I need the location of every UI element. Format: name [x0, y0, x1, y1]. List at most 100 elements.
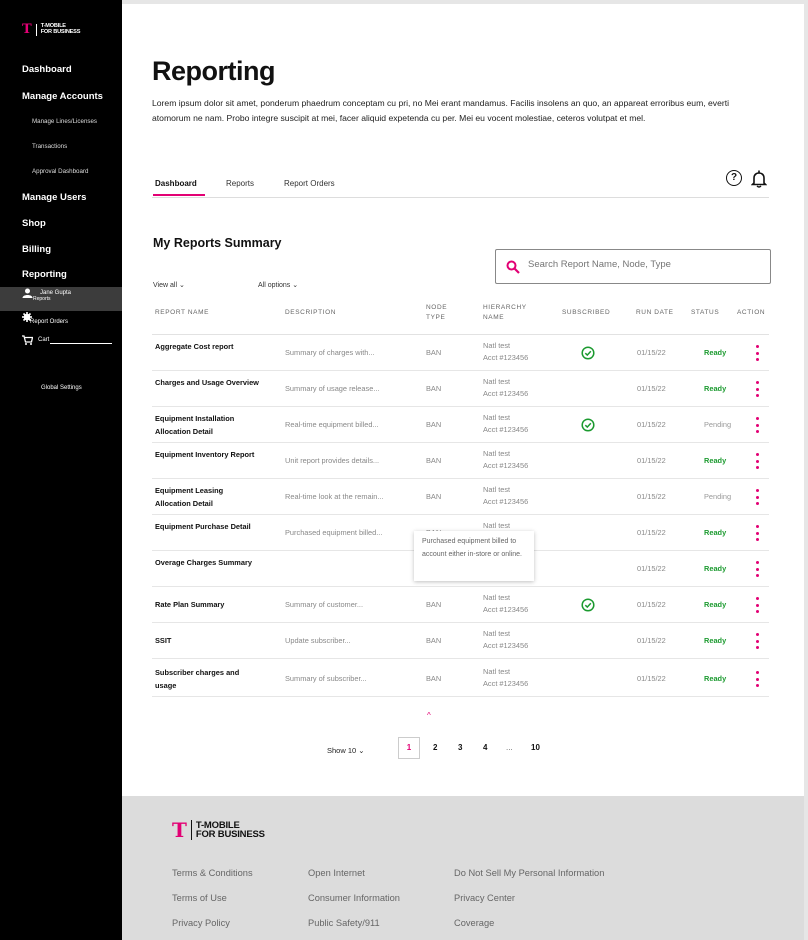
tab-dashboard[interactable]: Dashboard [155, 179, 197, 188]
check-circle-icon [581, 346, 595, 360]
sidebar-subitem-report-orders[interactable]: Report Orders [30, 319, 68, 325]
sidebar-item-billing[interactable]: Billing [22, 244, 51, 255]
status-badge: Ready [704, 564, 727, 573]
kebab-menu-icon[interactable] [756, 597, 760, 613]
sidebar-item-manage-accounts[interactable]: Manage Accounts [22, 91, 103, 102]
chevron-down-icon: ⌄ [292, 282, 299, 289]
report-description: Update subscriber... [285, 636, 351, 645]
kebab-dot [756, 538, 759, 541]
sidebar-item-global-settings[interactable]: Global Settings [41, 385, 82, 391]
sidebar-subitem-transactions[interactable]: Transactions [32, 143, 67, 150]
report-run-date: 01/15/22 [637, 420, 666, 429]
page-size-label: Show 10 [327, 746, 357, 755]
all-options-dropdown[interactable]: All options ⌄ [258, 281, 298, 289]
help-circle-icon[interactable]: ? [726, 170, 742, 186]
page-size-dropdown[interactable]: Show 10 ⌄ [327, 746, 365, 755]
table-row[interactable]: Aggregate Cost report Summary of charges … [152, 335, 769, 371]
footer-link-terms-conditions[interactable]: Terms & Conditions [172, 868, 253, 878]
kebab-dot [756, 525, 759, 528]
report-node-type: BAN [426, 492, 442, 501]
report-run-date: 01/15/22 [637, 636, 666, 645]
kebab-dot [756, 639, 759, 643]
footer-link-public-safety[interactable]: Public Safety/911 [308, 918, 380, 928]
sidebar-subitem-reports[interactable]: Reports [33, 296, 51, 302]
footer-brand-logo[interactable]: T T-MOBILE FOR BUSINESS [172, 818, 265, 842]
kebab-menu-icon[interactable] [756, 381, 760, 397]
report-name: Equipment Purchase Detail [155, 522, 251, 531]
search-input[interactable] [528, 259, 758, 270]
table-row[interactable]: Charges and Usage Overview Summary of usa… [152, 371, 769, 407]
all-options-label: All options [258, 282, 291, 289]
report-node-type: BAN [426, 600, 442, 609]
footer: T T-MOBILE FOR BUSINESS Terms & Conditio… [122, 796, 804, 940]
table-row[interactable]: Equipment Installation Allocation Detail… [152, 407, 769, 443]
kebab-dot [756, 574, 759, 577]
sidebar-subitem-manage-lines[interactable]: Manage Lines/Licenses [32, 118, 97, 125]
header-description: DESCRIPTION [285, 309, 337, 316]
kebab-menu-icon[interactable] [756, 525, 760, 541]
table-row[interactable]: Equipment Inventory Report Unit report pr… [152, 443, 769, 479]
main-panel: Reporting Lorem ipsum dolor sit amet, po… [122, 4, 804, 796]
search-icon [506, 260, 520, 274]
footer-link-open-internet[interactable]: Open Internet [308, 868, 365, 878]
kebab-menu-icon[interactable] [756, 417, 760, 433]
hierarchy-name: Natl test [483, 413, 511, 422]
kebab-dot [756, 610, 759, 613]
hierarchy-account: Acct #123456 [483, 679, 529, 688]
tab-report-orders[interactable]: Report Orders [284, 179, 335, 188]
view-all-dropdown[interactable]: View all ⌄ [153, 281, 185, 289]
report-run-date: 01/15/22 [637, 348, 666, 357]
brand-logo[interactable]: T T-MOBILE FOR BUSINESS [22, 22, 80, 37]
table-row[interactable]: SSIT Update subscriber... BAN Natl test Acct… [152, 623, 769, 659]
page-button-10[interactable]: 10 [531, 743, 540, 752]
table-row[interactable]: Equipment Leasing Allocation Detail Real-… [152, 479, 769, 515]
header-node-type-line-1: NODE [426, 304, 448, 311]
kebab-menu-icon[interactable] [756, 345, 760, 361]
sidebar-item-shop[interactable]: Shop [22, 218, 46, 229]
report-name: Subscriber charges and usage [155, 668, 240, 690]
footer-link-consumer-information[interactable]: Consumer Information [308, 893, 400, 903]
sidebar-subitem-approval-dashboard[interactable]: Approval Dashboard [32, 168, 88, 175]
report-name: Aggregate Cost report [155, 342, 234, 351]
chevron-up-icon[interactable]: ^ [427, 711, 431, 720]
kebab-menu-icon[interactable] [756, 671, 760, 687]
kebab-menu-icon[interactable] [756, 489, 760, 505]
hierarchy-name: Natl test [483, 629, 511, 638]
page-button-3[interactable]: 3 [458, 743, 462, 752]
sidebar-item-dashboard[interactable]: Dashboard [22, 64, 72, 75]
report-run-date: 01/15/22 [637, 528, 666, 537]
hierarchy-account: Acct #123456 [483, 389, 529, 398]
footer-link-coverage[interactable]: Coverage [454, 918, 494, 928]
report-hierarchy: Natl test Acct #123456 [483, 628, 528, 652]
page-button-2[interactable]: 2 [433, 743, 437, 752]
page-button-1[interactable]: 1 [398, 737, 420, 759]
brand-separator [35, 23, 37, 36]
report-description: Purchased equipment billed... [285, 528, 383, 537]
footer-link-privacy-center[interactable]: Privacy Center [454, 893, 515, 903]
footer-link-terms-of-use[interactable]: Terms of Use [172, 893, 227, 903]
footer-link-do-not-sell[interactable]: Do Not Sell My Personal Information [454, 868, 604, 878]
brand-t-mark: T [22, 22, 32, 37]
tab-reports[interactable]: Reports [226, 179, 254, 188]
sidebar-item-cart[interactable]: Cart [38, 337, 49, 343]
kebab-menu-icon[interactable] [756, 633, 760, 649]
header-status: STATUS [691, 309, 720, 316]
bell-icon[interactable] [751, 170, 767, 188]
report-hierarchy: Natl test Acct #123456 [483, 448, 528, 472]
page-button-4[interactable]: 4 [483, 743, 487, 752]
table-row[interactable]: Subscriber charges and usage Summary of s… [152, 661, 769, 697]
kebab-menu-icon[interactable] [756, 453, 760, 469]
header-report-name: REPORT NAME [155, 309, 210, 316]
report-name: Equipment Leasing Allocation Detail [155, 486, 224, 508]
kebab-menu-icon[interactable] [756, 561, 760, 577]
footer-link-privacy-policy[interactable]: Privacy Policy [172, 918, 230, 928]
report-description: Summary of subscriber... [285, 674, 367, 683]
sidebar-item-reporting[interactable]: Reporting [22, 269, 67, 280]
kebab-dot [756, 531, 759, 535]
table-row[interactable]: Rate Plan Summary Summary of customer... B… [152, 587, 769, 623]
sidebar-item-manage-users[interactable]: Manage Users [22, 192, 86, 203]
description-tooltip: Purchased equipment billed to account ei… [414, 531, 534, 581]
report-hierarchy: Natl test Acct #123456 [483, 376, 528, 400]
brand-wordmark: T-MOBILE FOR BUSINESS [41, 23, 81, 35]
kebab-dot [756, 646, 759, 649]
